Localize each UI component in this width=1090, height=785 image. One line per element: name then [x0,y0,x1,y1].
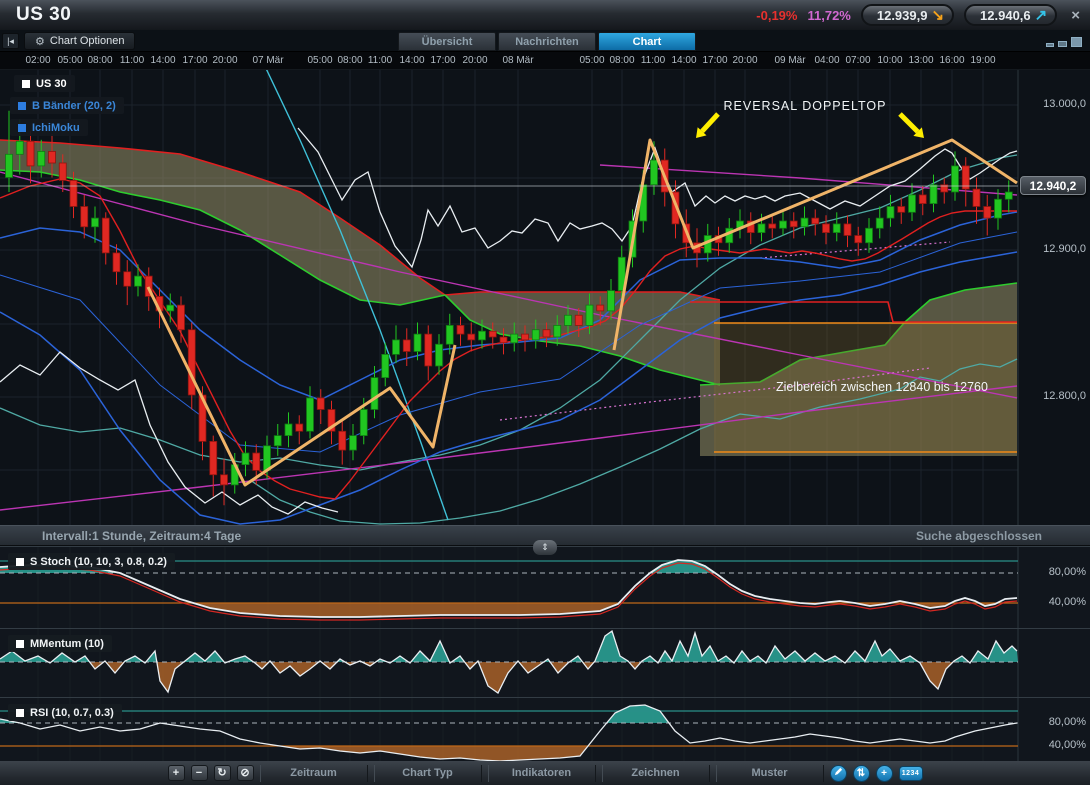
tab-uebersicht[interactable]: Übersicht [398,32,496,51]
rsi-svg[interactable] [0,698,1090,762]
title-bar: US 30 -0,19% 11,72% 12.939,9 ↘ 12.940,6 … [0,0,1090,30]
updown-arrows-icon[interactable]: ⇅ [853,765,870,782]
buy-price-button[interactable]: 12.940,6 ↗ [964,4,1057,26]
muster-button[interactable]: Muster [716,765,824,782]
legend-item-bbands[interactable]: B Bänder (20, 2) [10,97,124,114]
tab-nachrichten[interactable]: Nachrichten [498,32,596,51]
buy-price: 12.940,6 [980,8,1031,23]
margin-percent: 11,72% [807,8,850,23]
sell-price: 12.939,9 [877,8,928,23]
minimize-icon[interactable] [1046,43,1054,47]
current-price-badge: 12.940,2 [1020,176,1086,195]
numbers-icon[interactable]: 1234 [899,766,923,781]
tab-bar: |◂ ⚙ Chart Optionen Übersicht Nachrichte… [0,30,1090,52]
clear-icon[interactable]: ⊘ [237,765,254,781]
rsi-label[interactable]: RSI (10, 0.7, 0.3) [8,704,122,721]
bottom-toolbar: + − ↻ ⊘ Zeitraum Chart Typ Indikatoren Z… [0,761,1090,785]
buy-arrow-icon: ↗ [1035,8,1048,23]
legend-item-us30[interactable]: US 30 [14,75,75,92]
indicator-axis-label: 80,00% [1024,566,1086,578]
zoom-out-button[interactable]: − [191,765,208,781]
chart-typ-button[interactable]: Chart Typ [374,765,482,782]
legend-item-ichimoku[interactable]: IchiMoku [10,119,88,136]
series-color-chip [18,124,26,132]
svg-text:Zielbereich zwischen 12840 bi: Zielbereich zwischen 12840 bis 12760 [776,380,988,394]
stochastic-label-text: S Stoch (10, 10, 3, 0.8, 0.2) [30,556,167,568]
indikatoren-button[interactable]: Indikatoren [488,765,596,782]
momentum-panel: MMentum (10) [0,628,1090,697]
rsi-label-text: RSI (10, 0.7, 0.3) [30,707,114,719]
refresh-icon[interactable]: ↻ [214,765,231,781]
quote-area: -0,19% 11,72% 12.939,9 ↘ 12.940,6 ↗ × [756,0,1084,30]
indicator-axis-label: 80,00% [1024,716,1086,728]
interval-status: Intervall:1 Stunde, Zeitraum:4 Tage [42,529,241,543]
gear-icon: ⚙ [35,35,45,48]
time-axis: 02:0005:0008:0011:0014:0017:0020:0007 Mä… [0,52,1090,70]
rsi-panel: RSI (10, 0.7, 0.3) 80,00% 40,00% [0,697,1090,761]
price-axis-label: 12.900,0 [1024,243,1086,255]
search-status: Suche abgeschlossen [916,529,1042,543]
momentum-svg[interactable] [0,629,1090,698]
instrument-title: US 30 [0,4,71,26]
time-axis-label: 20:00 [203,55,247,66]
indicator-axis-label: 40,00% [1024,596,1086,608]
tab-group: Übersicht Nachrichten Chart [398,32,696,51]
main-chart-area: REVERSAL DOPPELTOP Zielbereich zwischen 1… [0,70,1090,525]
chart-options-label: Chart Optionen [50,35,125,47]
series-color-chip [22,80,30,88]
time-axis-label: 19:00 [961,55,1005,66]
legend-label: IchiMoku [32,122,80,134]
chart-options-button[interactable]: ⚙ Chart Optionen [24,32,135,50]
legend-label: US 30 [36,78,67,90]
indicator-axis-label: 40,00% [1024,739,1086,751]
series-color-chip [18,102,26,110]
momentum-label[interactable]: MMentum (10) [8,635,112,652]
zeitraum-button[interactable]: Zeitraum [260,765,368,782]
change-percent: -0,19% [756,8,797,23]
zoom-in-button[interactable]: + [168,765,185,781]
time-axis-label: 20:00 [453,55,497,66]
close-icon[interactable]: × [1067,7,1084,24]
stochastic-panel: S Stoch (10, 10, 3, 0.8, 0.2) 80,00% 40,0… [0,546,1090,628]
time-axis-label: 20:00 [723,55,767,66]
tab-chart[interactable]: Chart [598,32,696,51]
sell-price-button[interactable]: 12.939,9 ↘ [861,4,954,26]
window-size-icons [1046,37,1082,47]
price-axis-label: 13.000,0 [1024,98,1086,110]
series-color-chip [16,558,24,566]
stochastic-label[interactable]: S Stoch (10, 10, 3, 0.8, 0.2) [8,553,175,570]
pencil-icon[interactable] [830,765,847,782]
legend-label: B Bänder (20, 2) [32,100,116,112]
collapse-sidebar-button[interactable]: |◂ [2,33,19,49]
price-axis-label: 12.800,0 [1024,390,1086,402]
time-axis-label: 08 Mär [496,55,540,66]
momentum-label-text: MMentum (10) [30,638,104,650]
trading-chart-window: US 30 -0,19% 11,72% 12.939,9 ↘ 12.940,6 … [0,0,1090,785]
time-axis-label: 07 Mär [246,55,290,66]
restore-icon[interactable] [1058,41,1067,47]
crosshair-icon[interactable]: + [876,765,893,782]
main-chart-svg[interactable]: REVERSAL DOPPELTOP Zielbereich zwischen 1… [0,70,1090,525]
series-color-chip [16,709,24,717]
sell-arrow-icon: ↘ [931,8,944,23]
zeichnen-button[interactable]: Zeichnen [602,765,710,782]
panel-splitter-handle[interactable]: ⇕ [533,540,557,555]
svg-text:REVERSAL DOPPELTOP: REVERSAL DOPPELTOP [724,99,887,113]
series-color-chip [16,640,24,648]
maximize-icon[interactable] [1071,37,1082,47]
